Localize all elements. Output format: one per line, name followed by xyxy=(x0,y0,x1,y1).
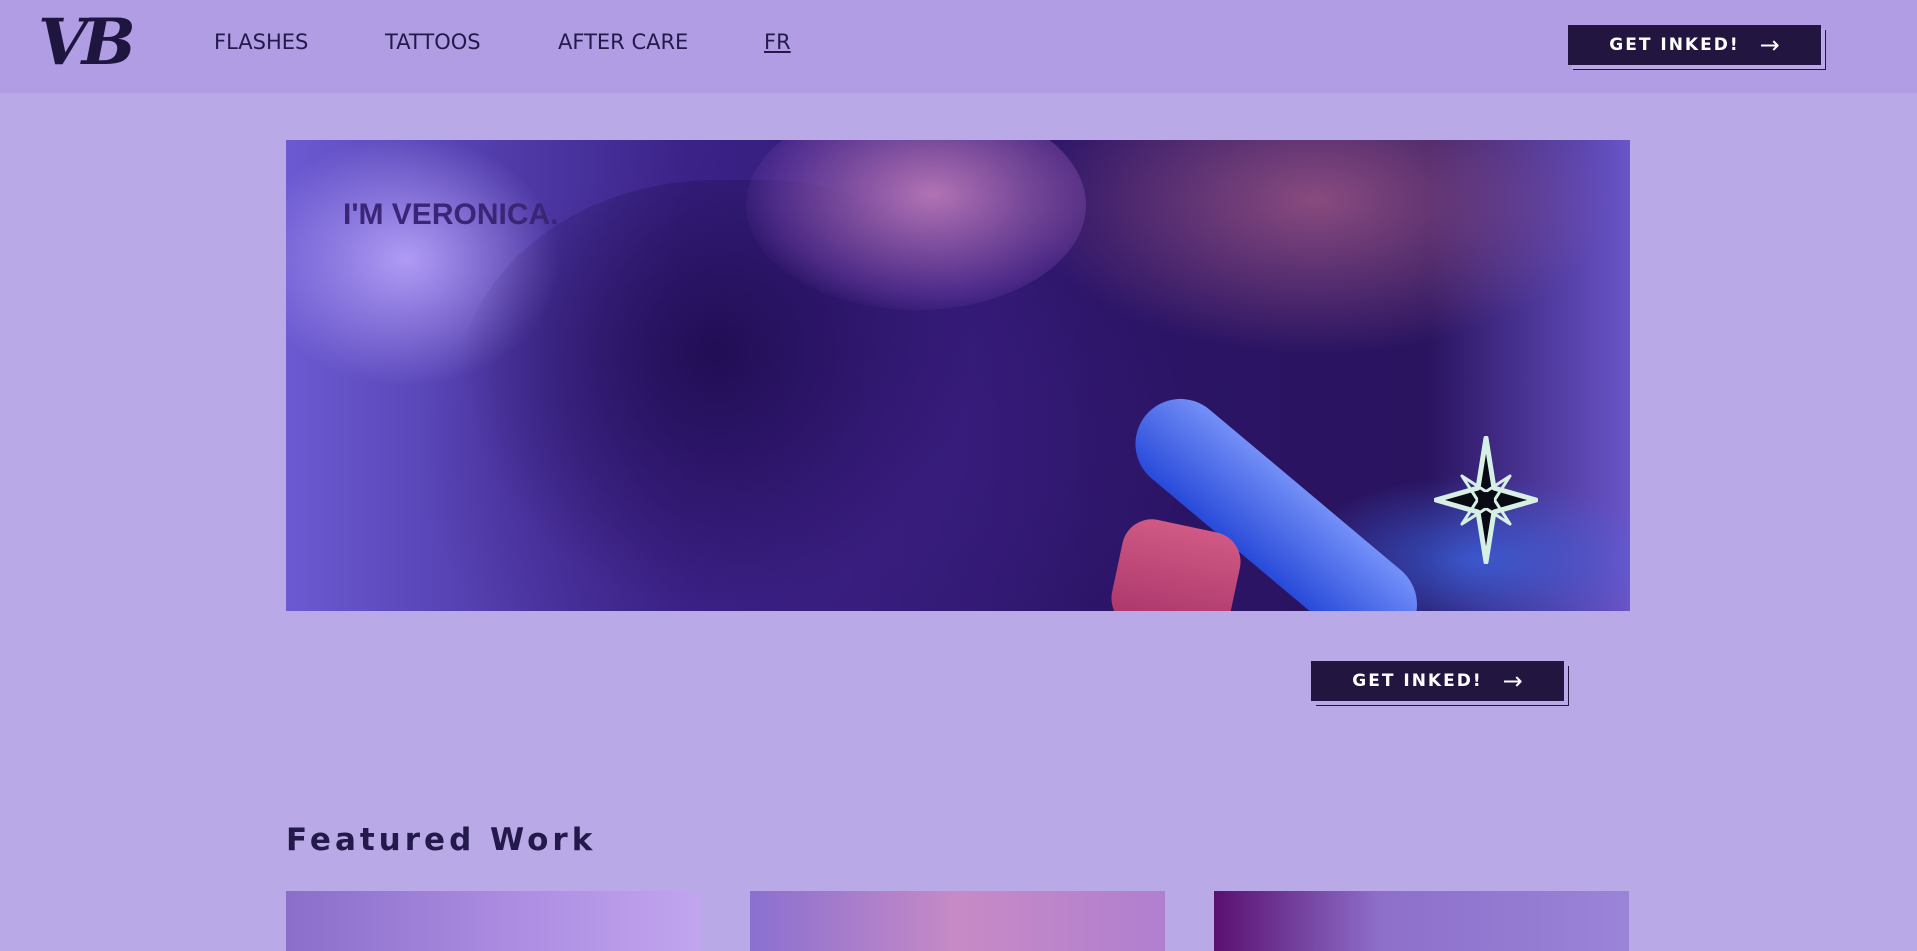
arrow-right-icon: → xyxy=(1759,31,1780,59)
header-get-inked-button[interactable]: GET INKED! → xyxy=(1568,25,1821,65)
get-inked-label: GET INKED! xyxy=(1352,671,1483,691)
featured-work-card-1[interactable] xyxy=(286,891,701,951)
featured-work-card-2[interactable] xyxy=(750,891,1165,951)
nav-language-fr[interactable]: FR xyxy=(764,30,791,54)
hero-title: I'M VERONICA. xyxy=(343,198,559,231)
vb-logo[interactable]: VB xyxy=(38,10,136,76)
nav-flashes[interactable]: FLASHES xyxy=(214,30,308,54)
site-header: VB FLASHES TATTOOS AFTER CARE FR GET INK… xyxy=(0,0,1917,93)
featured-work-title: Featured Work xyxy=(286,822,597,858)
hero-get-inked-button[interactable]: GET INKED! → xyxy=(1311,661,1564,701)
nav-tattoos[interactable]: TATTOOS xyxy=(385,30,481,54)
get-inked-label: GET INKED! xyxy=(1609,35,1740,55)
arrow-right-icon: → xyxy=(1502,667,1523,695)
sparkle-star-icon xyxy=(1434,436,1538,564)
featured-work-card-3[interactable] xyxy=(1214,891,1629,951)
nav-after-care[interactable]: AFTER CARE xyxy=(558,30,688,54)
hero-banner: I'M VERONICA. xyxy=(286,140,1630,611)
